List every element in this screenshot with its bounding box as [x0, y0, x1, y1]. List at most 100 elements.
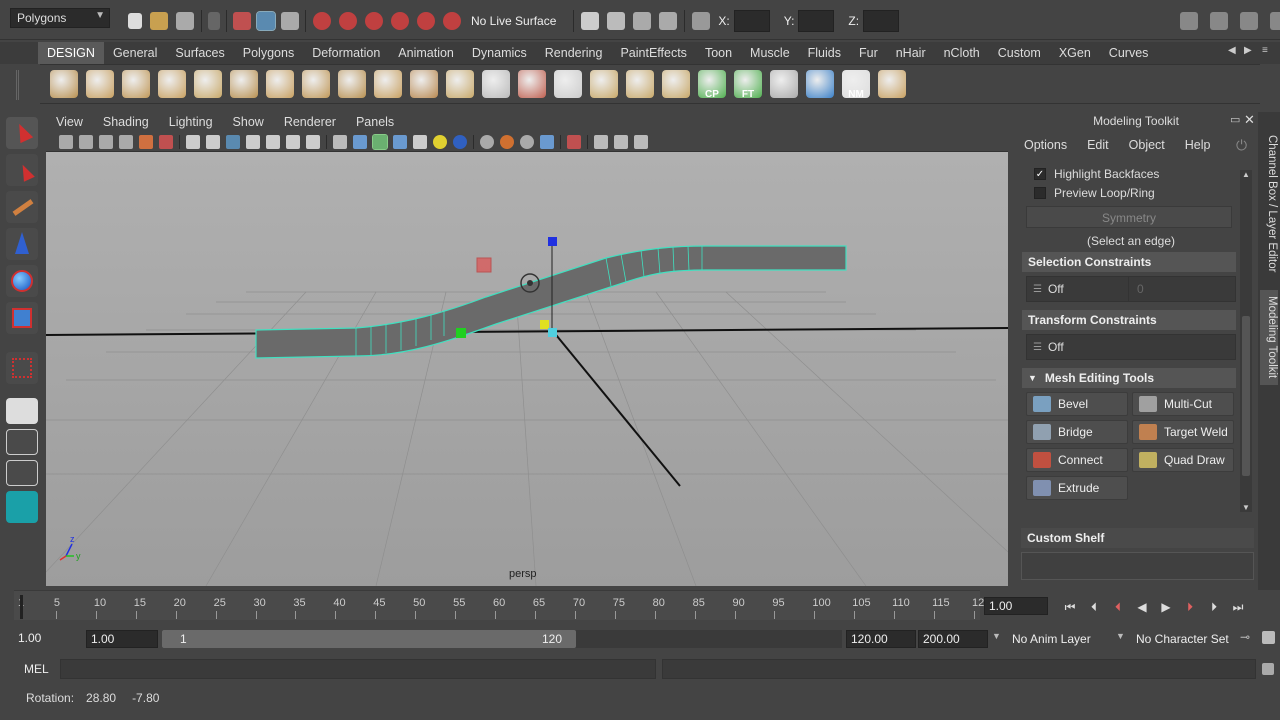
four-view-layout-icon[interactable] — [6, 429, 38, 455]
transform-input-icon[interactable] — [692, 12, 711, 30]
plane-icon[interactable] — [194, 70, 222, 98]
auto-key-icon[interactable]: ⊸ — [1240, 630, 1250, 644]
paint-icon[interactable] — [159, 134, 173, 149]
select-object-icon[interactable] — [256, 11, 276, 31]
bridge-icon[interactable] — [626, 70, 654, 98]
scrollbar-thumb[interactable] — [1242, 316, 1250, 476]
connect-button[interactable]: Connect — [1026, 448, 1128, 472]
tab-painteffects[interactable]: PaintEffects — [611, 42, 695, 64]
manipulator-center-handle[interactable] — [540, 320, 549, 329]
anim-layer-label[interactable]: No Anim Layer — [1012, 632, 1091, 646]
smooth-shade-icon[interactable] — [353, 134, 367, 149]
field-chart-icon[interactable] — [266, 134, 280, 149]
manipulator-x-handle[interactable] — [456, 328, 466, 338]
script-icon[interactable] — [878, 70, 906, 98]
single-perspective-layout-icon[interactable] — [6, 398, 38, 424]
sphere-icon[interactable] — [50, 70, 78, 98]
helix-icon[interactable] — [374, 70, 402, 98]
soccer-ball-icon[interactable] — [410, 70, 438, 98]
highlight-backfaces-checkbox[interactable]: ✓ — [1034, 167, 1046, 180]
current-frame-field[interactable]: 1.00 — [984, 597, 1048, 615]
prism-icon[interactable] — [266, 70, 294, 98]
tab-animation[interactable]: Animation — [389, 42, 463, 64]
show-tool-settings-icon[interactable] — [1210, 12, 1228, 30]
menu-view[interactable]: View — [46, 112, 93, 132]
manipulator-z-handle[interactable] — [548, 328, 557, 337]
start-time-field[interactable]: 1.00 — [14, 630, 84, 648]
custom-shelf-header[interactable]: Custom Shelf — [1021, 528, 1254, 548]
rotate-tool-icon[interactable] — [6, 265, 38, 297]
show-manipulator-icon[interactable] — [6, 352, 38, 384]
scroll-down-icon[interactable]: ▼ — [1242, 503, 1250, 512]
multi-cut-button[interactable]: Multi-Cut — [1132, 392, 1234, 416]
range-slider[interactable]: 1 120 — [162, 630, 842, 648]
open-scene-icon[interactable] — [150, 12, 168, 30]
angle-30-icon[interactable] — [554, 70, 582, 98]
make-live-icon[interactable] — [443, 12, 461, 30]
cube-icon[interactable] — [86, 70, 114, 98]
menu-shading[interactable]: Shading — [93, 112, 159, 132]
snap-point-icon[interactable] — [365, 12, 383, 30]
tab-design[interactable]: DESIGN — [38, 42, 104, 64]
tab-rendering[interactable]: Rendering — [536, 42, 612, 64]
shelf-scroll-right-icon[interactable]: ▶ — [1244, 45, 1252, 56]
wireframe-on-shaded-icon[interactable] — [372, 133, 388, 150]
dropdown-icon[interactable]: ☰ — [1033, 284, 1042, 295]
anti-aliasing-icon[interactable] — [520, 134, 534, 149]
tab-toon[interactable]: Toon — [696, 42, 741, 64]
screen-space-ao-icon[interactable] — [480, 134, 494, 149]
play-backwards-icon[interactable]: ◀ — [1133, 599, 1151, 615]
step-back-key-icon[interactable]: ⏴ — [1109, 599, 1127, 615]
toolkit-menu-help[interactable]: Help — [1175, 134, 1221, 156]
merge-icon[interactable] — [662, 70, 690, 98]
snap-grid-icon[interactable] — [313, 12, 331, 30]
extrude-icon[interactable] — [590, 70, 618, 98]
shelf-scroll-left-icon[interactable]: ◀ — [1228, 45, 1236, 56]
shelf-menu-icon[interactable]: ≡ — [1262, 45, 1268, 56]
menu-set-selector[interactable]: Polygons ▼ — [10, 8, 110, 28]
selection-constraint-value[interactable]: Off — [1048, 282, 1128, 296]
normals-icon[interactable]: NM — [842, 70, 870, 100]
paint-select-tool-icon[interactable] — [6, 191, 38, 223]
selection-constraint-number[interactable]: 0 — [1127, 277, 1228, 301]
show-channel-box-icon[interactable] — [1240, 12, 1258, 30]
grid-icon[interactable] — [186, 134, 200, 149]
tab-fluids[interactable]: Fluids — [799, 42, 850, 64]
close-icon[interactable]: ✕ — [1244, 112, 1255, 128]
select-tool-icon[interactable] — [6, 117, 38, 149]
time-slider[interactable]: 1510152025303540455055606570758085909510… — [14, 590, 984, 620]
menu-lighting[interactable]: Lighting — [159, 112, 223, 132]
persp-outliner-layout-icon[interactable] — [6, 460, 38, 486]
xray-joints-icon[interactable] — [614, 134, 628, 149]
grid-select-icon[interactable] — [482, 70, 510, 98]
safe-action-icon[interactable] — [286, 134, 300, 149]
xray-icon[interactable] — [594, 134, 608, 149]
default-material-icon[interactable] — [393, 134, 407, 149]
tab-ncloth[interactable]: nCloth — [935, 42, 989, 64]
dropdown-icon[interactable]: ☰ — [1033, 342, 1042, 353]
toolkit-menu-options[interactable]: Options — [1014, 134, 1077, 156]
move-tool-icon[interactable] — [6, 228, 38, 260]
use-all-lights-icon[interactable] — [433, 134, 447, 149]
perspective-viewport[interactable]: z y persp — [46, 152, 1008, 586]
shadows-icon[interactable] — [453, 134, 467, 149]
camera-attributes-icon[interactable] — [59, 134, 73, 149]
render-settings-icon[interactable] — [659, 12, 678, 30]
cone-icon[interactable] — [158, 70, 186, 98]
command-input[interactable] — [60, 659, 656, 679]
film-gate-icon[interactable] — [206, 134, 220, 149]
tab-modeling-toolkit[interactable]: Modeling Toolkit — [1260, 290, 1278, 385]
quad-draw-button[interactable]: Quad Draw — [1132, 448, 1234, 472]
cut-faces-icon[interactable] — [518, 70, 546, 98]
select-hierarchy-icon[interactable] — [233, 12, 251, 30]
select-component-icon[interactable] — [281, 12, 299, 30]
command-language-label[interactable]: MEL — [24, 662, 49, 676]
menu-renderer[interactable]: Renderer — [274, 112, 346, 132]
save-scene-icon[interactable] — [176, 12, 194, 30]
float-panel-icon[interactable]: ▭ — [1230, 113, 1240, 126]
globe-icon[interactable] — [770, 70, 798, 98]
snap-surface-icon[interactable] — [417, 12, 435, 30]
tab-surfaces[interactable]: Surfaces — [166, 42, 233, 64]
curve-tool-icon[interactable] — [806, 70, 834, 98]
pipe-icon[interactable] — [338, 70, 366, 98]
